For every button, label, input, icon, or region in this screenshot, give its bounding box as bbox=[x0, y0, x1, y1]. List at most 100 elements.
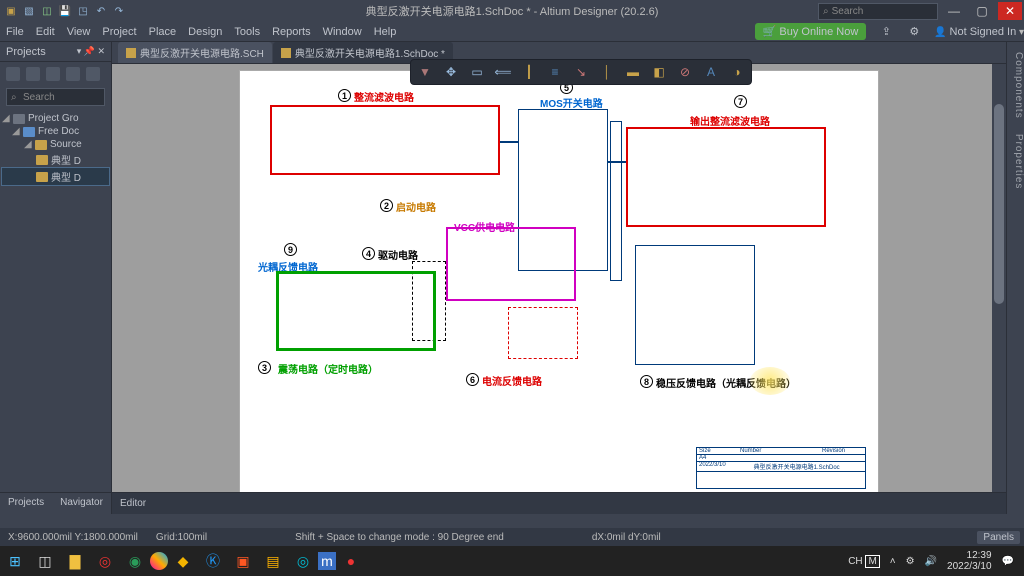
maximize-button[interactable]: ▢ bbox=[970, 2, 994, 20]
document-area: 典型反激开关电源电路.SCH 典型反激开关电源电路1.SchDoc * 1 整流… bbox=[112, 42, 1006, 514]
ime-indicator[interactable]: CH M bbox=[848, 556, 880, 567]
close-button[interactable]: ✕ bbox=[998, 2, 1022, 20]
menu-tools[interactable]: Tools bbox=[234, 26, 260, 38]
menu-edit[interactable]: Edit bbox=[36, 26, 55, 38]
app-icon[interactable]: ◆ bbox=[168, 546, 198, 576]
doc-tab-1[interactable]: 典型反激开关电源电路.SCH bbox=[118, 42, 272, 63]
tb-btn[interactable] bbox=[26, 67, 40, 81]
theme-icon[interactable]: ◑ bbox=[729, 64, 745, 80]
wire bbox=[500, 141, 518, 143]
schematic-editor[interactable]: 1 整流滤波电路 5 MOS开关电路 7 输出整流滤波电路 2 启动电路 VCC… bbox=[112, 64, 1006, 492]
start-button[interactable]: ⊞ bbox=[0, 546, 30, 576]
undo-icon[interactable]: ↶ bbox=[94, 4, 108, 18]
menu-design[interactable]: Design bbox=[188, 26, 222, 38]
menu-help[interactable]: Help bbox=[374, 26, 397, 38]
text-icon[interactable]: A bbox=[703, 64, 719, 80]
tree-root[interactable]: ◢Project Gro bbox=[2, 112, 109, 125]
tree-source[interactable]: ◢Source bbox=[2, 138, 109, 151]
schematic-sheet[interactable]: 1 整流滤波电路 5 MOS开关电路 7 输出整流滤波电路 2 启动电路 VCC… bbox=[239, 70, 879, 492]
tree-freedoc[interactable]: ◢Free Doc bbox=[2, 125, 109, 138]
app-icon[interactable]: ◎ bbox=[90, 546, 120, 576]
circ-9: 9 bbox=[284, 243, 297, 256]
menu-reports[interactable]: Reports bbox=[272, 26, 311, 38]
tree-doc1[interactable]: 典型 D bbox=[2, 151, 109, 168]
status-coord: X:9600.000mil Y:1800.000mil bbox=[8, 532, 138, 543]
qa-icon[interactable]: ◳ bbox=[76, 4, 90, 18]
clock[interactable]: 12:39 2022/3/10 bbox=[947, 550, 992, 572]
app-icon[interactable]: ◉ bbox=[120, 546, 150, 576]
tag-icon[interactable]: ◧ bbox=[651, 64, 667, 80]
filter-icon[interactable]: ▼ bbox=[417, 64, 433, 80]
tab-properties[interactable]: Properties bbox=[1013, 134, 1024, 190]
status-bar: X:9600.000mil Y:1800.000mil Grid:100mil … bbox=[0, 528, 1024, 546]
qa-icon[interactable]: ▣ bbox=[4, 4, 18, 18]
taskview-icon[interactable]: ◫ bbox=[30, 546, 60, 576]
tab-projects[interactable]: Projects bbox=[0, 493, 52, 514]
share-icon[interactable]: ⇪ bbox=[878, 24, 894, 40]
record-icon[interactable]: ● bbox=[336, 546, 366, 576]
net-icon[interactable]: ≡ bbox=[547, 64, 563, 80]
app-icon[interactable]: m bbox=[318, 552, 336, 570]
projects-bottom-tabs: Projects Navigator bbox=[0, 492, 111, 514]
app-icon[interactable]: ▤ bbox=[258, 546, 288, 576]
qa-icon[interactable]: ▧ bbox=[22, 4, 36, 18]
status-delta: dX:0mil dY:0mil bbox=[592, 532, 661, 543]
align-l-icon[interactable]: ⟸ bbox=[495, 64, 511, 80]
qa-icon[interactable]: ◫ bbox=[40, 4, 54, 18]
label-4: 驱动电路 bbox=[378, 247, 418, 262]
scroll-thumb[interactable] bbox=[994, 104, 1004, 304]
block-3-outer bbox=[276, 271, 436, 351]
mask-icon[interactable]: ▬ bbox=[625, 64, 641, 80]
tab-components[interactable]: Components bbox=[1013, 52, 1024, 119]
circ-4: 4 bbox=[362, 247, 375, 260]
volume-icon[interactable]: 🔊 bbox=[925, 556, 937, 567]
taskbar: ⊞ ◫ ▇ ◎ ◉ ◆ Ⓚ ▣ ▤ ◎ m ● CH M ˄ ⚙ 🔊 12:39… bbox=[0, 546, 1024, 576]
select-icon[interactable]: ▭ bbox=[469, 64, 485, 80]
dist-icon[interactable]: ┃ bbox=[521, 64, 537, 80]
label-6: 电流反馈电路 bbox=[482, 373, 542, 388]
tb-btn[interactable] bbox=[6, 67, 20, 81]
app-icon[interactable]: Ⓚ bbox=[198, 546, 228, 576]
tray-up-icon[interactable]: ˄ bbox=[890, 556, 896, 567]
global-search[interactable]: ⌕Search bbox=[818, 3, 938, 20]
clear-icon[interactable]: ⊘ bbox=[677, 64, 693, 80]
tb-btn[interactable] bbox=[46, 67, 60, 81]
circ-6: 6 bbox=[466, 373, 479, 386]
app-icon[interactable] bbox=[150, 552, 168, 570]
buy-online-button[interactable]: 🛒Buy Online Now bbox=[755, 23, 867, 40]
settings-icon[interactable]: ⚙ bbox=[906, 24, 922, 40]
tree-doc2-selected[interactable]: 典型 D bbox=[2, 168, 109, 185]
window-title: 典型反激开关电源电路1.SchDoc * - Altium Designer (… bbox=[366, 3, 659, 19]
menu-file[interactable]: File bbox=[6, 26, 24, 38]
projects-search[interactable]: Search bbox=[6, 88, 105, 106]
menu-place[interactable]: Place bbox=[149, 26, 177, 38]
minimize-button[interactable]: — bbox=[942, 2, 966, 20]
panel-controls[interactable]: ▾ 📌 ✕ bbox=[77, 46, 105, 57]
circ-7: 7 bbox=[734, 95, 747, 108]
menu-view[interactable]: View bbox=[67, 26, 91, 38]
circ-8: 8 bbox=[640, 375, 653, 388]
tb-btn[interactable] bbox=[66, 67, 80, 81]
highlight-icon[interactable]: │ bbox=[599, 64, 615, 80]
notifications-icon[interactable]: 💬 bbox=[1002, 556, 1014, 567]
block-8 bbox=[635, 245, 755, 365]
app-icon[interactable]: ▣ bbox=[228, 546, 258, 576]
explorer-icon[interactable]: ▇ bbox=[60, 546, 90, 576]
save-icon[interactable]: 💾 bbox=[58, 4, 72, 18]
redo-icon[interactable]: ↷ bbox=[112, 4, 126, 18]
active-bar: ▼ ✥ ▭ ⟸ ┃ ≡ ↘ │ ▬ ◧ ⊘ A ◑ bbox=[410, 59, 752, 85]
move-icon[interactable]: ✥ bbox=[443, 64, 459, 80]
tab-navigator[interactable]: Navigator bbox=[52, 493, 111, 514]
vertical-scrollbar[interactable] bbox=[992, 64, 1006, 492]
projects-header: Projects ▾ 📌 ✕ bbox=[0, 42, 111, 62]
wire-icon[interactable]: ↘ bbox=[573, 64, 589, 80]
circ-3: 3 bbox=[258, 361, 271, 374]
menu-project[interactable]: Project bbox=[102, 26, 136, 38]
network-icon[interactable]: ⚙ bbox=[906, 556, 915, 567]
app-icon[interactable]: ◎ bbox=[288, 546, 318, 576]
sheet-icon bbox=[126, 48, 136, 58]
tb-btn[interactable] bbox=[86, 67, 100, 81]
panels-button[interactable]: Panels bbox=[977, 531, 1020, 544]
signin-button[interactable]: 👤 Not Signed In ▾ bbox=[934, 26, 1024, 38]
menu-window[interactable]: Window bbox=[323, 26, 362, 38]
